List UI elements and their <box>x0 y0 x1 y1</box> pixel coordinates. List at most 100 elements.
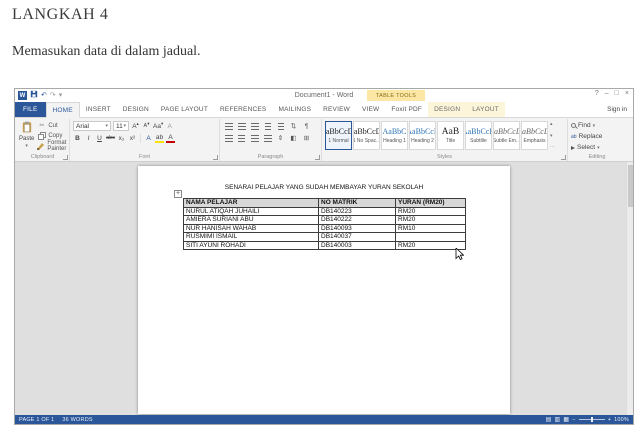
font-color-button[interactable]: A <box>166 133 175 143</box>
redo-icon[interactable]: ↷ <box>50 91 56 100</box>
tab-mailings[interactable]: MAILINGS <box>272 102 317 117</box>
multilevel-list-button[interactable] <box>249 121 260 131</box>
superscript-button[interactable]: x² <box>128 133 137 143</box>
style-normal[interactable]: AaBbCcDc 1 Normal <box>325 121 352 150</box>
sort-button[interactable]: ⇅ <box>288 121 299 131</box>
read-mode-icon[interactable]: ▤ <box>546 416 552 424</box>
show-paragraph-marks-button[interactable]: ¶ <box>301 121 312 131</box>
status-word-count[interactable]: 36 WORDS <box>62 417 92 423</box>
gallery-more-icon[interactable]: ⋯ <box>550 144 555 150</box>
table-cell[interactable] <box>396 233 466 242</box>
style-emphasis[interactable]: AaBbCcDt Emphasis <box>521 121 548 150</box>
style-title[interactable]: AaB Title <box>437 121 464 150</box>
italic-button[interactable]: I <box>84 133 93 143</box>
styles-dialog-launcher-icon[interactable] <box>561 155 566 160</box>
qat-customize-icon[interactable]: ▾ <box>59 91 63 100</box>
undo-icon[interactable]: ↶ <box>41 91 47 100</box>
find-button[interactable]: Find ▾ <box>571 121 623 130</box>
style-heading-1[interactable]: AaBbC Heading 1 <box>381 121 408 150</box>
vertical-scrollbar[interactable] <box>626 162 633 415</box>
table-cell[interactable]: RM20 <box>396 216 466 225</box>
zoom-slider[interactable] <box>579 419 605 420</box>
zoom-out-icon[interactable]: − <box>572 417 575 423</box>
tab-foxit-pdf[interactable]: Foxit PDF <box>385 102 428 117</box>
minimize-icon[interactable]: – <box>605 90 609 97</box>
table-cell[interactable]: SITI AYUNI ROHADI <box>184 241 319 250</box>
font-family-select[interactable]: Arial ▾ <box>73 121 111 131</box>
select-button[interactable]: Select ▾ <box>571 143 623 152</box>
paste-button[interactable]: Paste ▾ <box>19 121 34 150</box>
borders-button[interactable]: ⊞ <box>301 133 312 143</box>
tab-design[interactable]: DESIGN <box>117 102 155 117</box>
tab-table-design[interactable]: DESIGN <box>428 102 466 117</box>
table-cell[interactable]: DB140223 <box>319 207 396 216</box>
clear-formatting-button[interactable]: A <box>165 121 174 131</box>
col-header-nama[interactable]: NAMA PELAJAR <box>184 199 319 208</box>
table-cell[interactable]: NUR HANISAH WAHAB <box>184 224 319 233</box>
sign-in-link[interactable]: Sign in <box>607 102 633 117</box>
tab-insert[interactable]: INSERT <box>80 102 117 117</box>
tab-page-layout[interactable]: PAGE LAYOUT <box>155 102 214 117</box>
web-layout-icon[interactable]: ▦ <box>563 416 569 424</box>
align-center-button[interactable] <box>236 133 247 143</box>
clipboard-dialog-launcher-icon[interactable] <box>63 155 68 160</box>
zoom-in-icon[interactable]: + <box>608 417 611 423</box>
text-effects-button[interactable]: A <box>144 133 153 143</box>
style-subtitle[interactable]: AaBbCcD Subtitle <box>465 121 492 150</box>
help-icon[interactable]: ? <box>595 90 599 97</box>
paragraph-dialog-launcher-icon[interactable] <box>315 155 320 160</box>
strikethrough-button[interactable]: abc <box>106 133 115 143</box>
scrollbar-thumb[interactable] <box>628 165 633 207</box>
align-right-button[interactable] <box>249 133 260 143</box>
style-heading-2[interactable]: AaBbCcE Heading 2 <box>409 121 436 150</box>
align-left-button[interactable] <box>223 133 234 143</box>
change-case-button[interactable]: Aa▾ <box>153 121 163 131</box>
close-icon[interactable]: × <box>625 90 629 97</box>
shrink-font-button[interactable]: A▾ <box>142 121 151 131</box>
col-header-yuran[interactable]: YURAN (RM20) <box>396 199 466 208</box>
table-cell[interactable]: DB140222 <box>319 216 396 225</box>
numbering-button[interactable] <box>236 121 247 131</box>
font-dialog-launcher-icon[interactable] <box>213 155 218 160</box>
status-page-count[interactable]: PAGE 1 OF 1 <box>19 417 54 423</box>
zoom-level[interactable]: 100% <box>614 417 629 423</box>
subscript-button[interactable]: x₂ <box>117 133 126 143</box>
table-cell[interactable]: DB140003 <box>319 241 396 250</box>
bold-button[interactable]: B <box>73 133 82 143</box>
table-cell[interactable]: RM20 <box>396 207 466 216</box>
shading-button[interactable]: ◧ <box>288 133 299 143</box>
replace-button[interactable]: ab Replace <box>571 132 623 141</box>
tab-file[interactable]: FILE <box>15 102 46 117</box>
table-move-handle[interactable]: + <box>174 190 182 198</box>
font-size-select[interactable]: 11 ▾ <box>113 121 129 131</box>
table-cell[interactable]: DB140037 <box>319 233 396 242</box>
col-header-matrik[interactable]: NO MATRIK <box>319 199 396 208</box>
cut-button[interactable]: ✂ Cut <box>37 121 67 130</box>
bullets-button[interactable] <box>223 121 234 131</box>
maximize-icon[interactable]: □ <box>615 90 619 97</box>
line-spacing-button[interactable]: ⇕ <box>275 133 286 143</box>
gallery-up-icon[interactable]: ▴ <box>550 121 555 127</box>
table-cell[interactable]: RUSMIMI ISMAIL <box>184 233 319 242</box>
tab-review[interactable]: REVIEW <box>317 102 356 117</box>
table-cell[interactable]: NURUL ATIQAH JUHAILI <box>184 207 319 216</box>
increase-indent-button[interactable] <box>275 121 286 131</box>
highlight-color-button[interactable]: ab <box>155 133 164 143</box>
style-no-spacing[interactable]: AaBbCcDc 1 No Spac... <box>353 121 380 150</box>
table-cell[interactable]: DB140093 <box>319 224 396 233</box>
tab-references[interactable]: REFERENCES <box>214 102 272 117</box>
underline-button[interactable]: U <box>95 133 104 143</box>
table-cell[interactable]: AMIERA SURIANI ABU <box>184 216 319 225</box>
tab-table-layout[interactable]: LAYOUT <box>466 102 505 117</box>
gallery-down-icon[interactable]: ▾ <box>550 133 555 139</box>
format-painter-button[interactable]: Format Painter <box>37 141 67 150</box>
print-layout-icon[interactable]: ▥ <box>555 416 561 424</box>
document-page[interactable]: SENARAI PELAJAR YANG SUDAH MEMBAYAR YURA… <box>138 166 510 414</box>
tab-view[interactable]: VIEW <box>356 102 385 117</box>
zoom-slider-thumb[interactable] <box>591 417 593 422</box>
tab-home[interactable]: HOME <box>46 102 80 118</box>
style-subtle-emphasis[interactable]: AaBbCcDt Subtle Em... <box>493 121 520 150</box>
save-icon[interactable] <box>30 90 38 101</box>
table-cell[interactable]: RM10 <box>396 224 466 233</box>
decrease-indent-button[interactable] <box>262 121 273 131</box>
